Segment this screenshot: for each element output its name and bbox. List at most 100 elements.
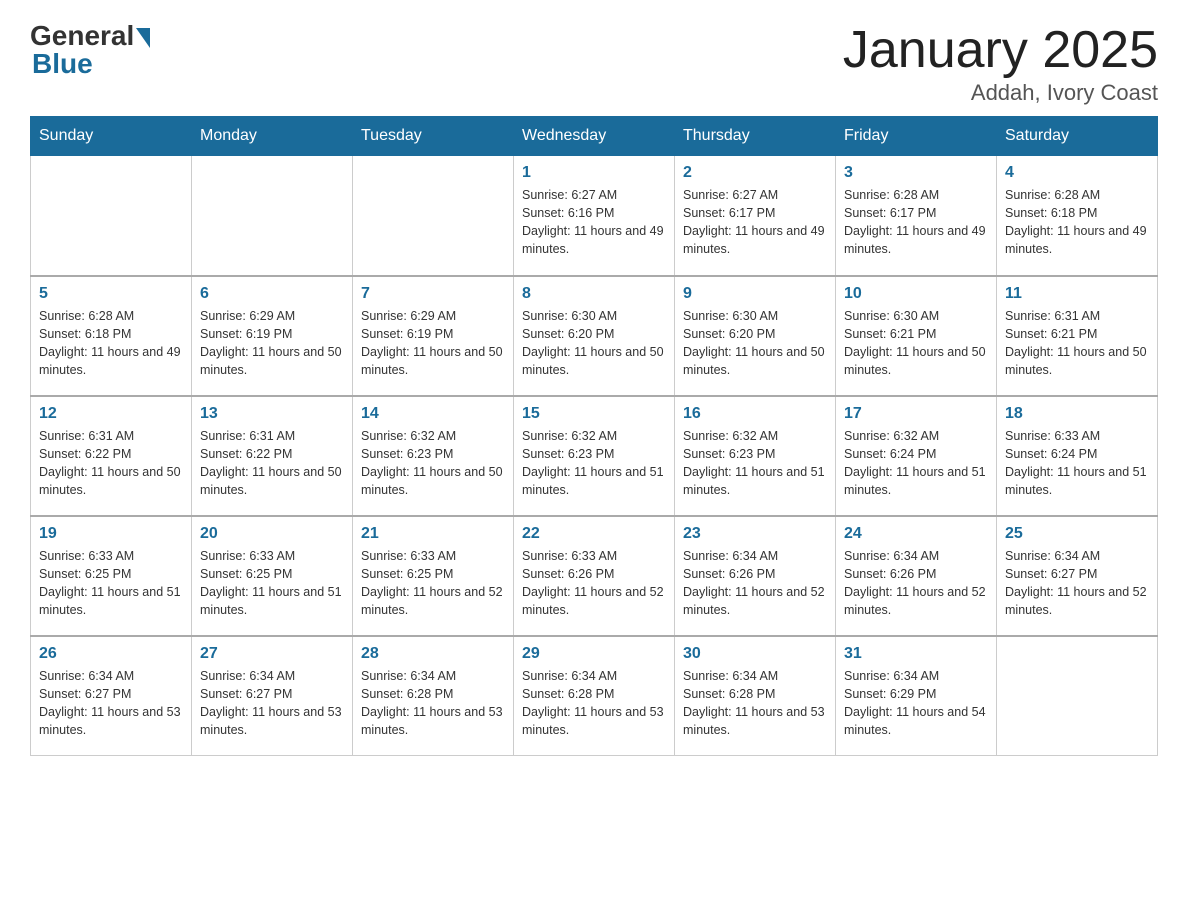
calendar-day-31: 31Sunrise: 6:34 AM Sunset: 6:29 PM Dayli… [836,636,997,756]
calendar-day-2: 2Sunrise: 6:27 AM Sunset: 6:17 PM Daylig… [675,156,836,276]
logo: General Blue [30,20,150,80]
day-info: Sunrise: 6:31 AM Sunset: 6:21 PM Dayligh… [1005,307,1149,380]
calendar-day-24: 24 Sunrise: 6:34 AM Sunset: 6:26 PM Dayli… [836,516,997,636]
day-number: 12 [39,405,183,423]
day-info: Sunrise: 6:34 AM Sunset: 6:28 PM Dayligh… [361,667,505,740]
day-header-sunday: Sunday [31,117,192,156]
day-number: 28 [361,645,505,663]
day-number: 22 [522,525,666,543]
day-number: 18 [1005,405,1149,423]
day-header-monday: Monday [192,117,353,156]
day-number: 16 [683,405,827,423]
day-number: 14 [361,405,505,423]
empty-cell [997,636,1158,756]
day-info: Sunrise: 6:34 AM Sunset: 6:26 PM Dayligh… [683,547,827,620]
day-header-saturday: Saturday [997,117,1158,156]
day-number: 4 [1005,164,1149,182]
day-number: 23 [683,525,827,543]
calendar-day-30: 30 Sunrise: 6:34 AM Sunset: 6:28 PM Dayli… [675,636,836,756]
empty-cell [31,156,192,276]
day-number: 10 [844,285,988,303]
day-info: Sunrise: 6:33 AM Sunset: 6:25 PM Dayligh… [39,547,183,620]
day-info: Sunrise: 6:34 AM Sunset: 6:29 PM Dayligh… [844,667,988,740]
day-number: 7 [361,285,505,303]
day-number: 11 [1005,285,1149,303]
calendar-day-4: 4Sunrise: 6:28 AM Sunset: 6:18 PM Daylig… [997,156,1158,276]
day-info: Sunrise: 6:33 AM Sunset: 6:24 PM Dayligh… [1005,427,1149,500]
calendar-day-6: 6Sunrise: 6:29 AM Sunset: 6:19 PM Daylig… [192,276,353,396]
title-block: January 2025 Addah, Ivory Coast [843,20,1158,106]
calendar-day-3: 3Sunrise: 6:28 AM Sunset: 6:17 PM Daylig… [836,156,997,276]
day-info: Sunrise: 6:34 AM Sunset: 6:26 PM Dayligh… [844,547,988,620]
day-number: 26 [39,645,183,663]
calendar-header-row: SundayMondayTuesdayWednesdayThursdayFrid… [31,117,1158,156]
day-info: Sunrise: 6:34 AM Sunset: 6:28 PM Dayligh… [522,667,666,740]
day-number: 29 [522,645,666,663]
logo-blue-text: Blue [32,48,93,80]
calendar-day-28: 28 Sunrise: 6:34 AM Sunset: 6:28 PM Dayli… [353,636,514,756]
day-info: Sunrise: 6:31 AM Sunset: 6:22 PM Dayligh… [200,427,344,500]
day-info: Sunrise: 6:31 AM Sunset: 6:22 PM Dayligh… [39,427,183,500]
day-info: Sunrise: 6:32 AM Sunset: 6:24 PM Dayligh… [844,427,988,500]
day-number: 5 [39,285,183,303]
day-info: Sunrise: 6:34 AM Sunset: 6:27 PM Dayligh… [39,667,183,740]
day-header-wednesday: Wednesday [514,117,675,156]
calendar-day-18: 18 Sunrise: 6:33 AM Sunset: 6:24 PM Dayli… [997,396,1158,516]
calendar-week-row: 19Sunrise: 6:33 AM Sunset: 6:25 PM Dayli… [31,516,1158,636]
day-number: 8 [522,285,666,303]
day-info: Sunrise: 6:32 AM Sunset: 6:23 PM Dayligh… [522,427,666,500]
day-info: Sunrise: 6:34 AM Sunset: 6:27 PM Dayligh… [200,667,344,740]
day-number: 17 [844,405,988,423]
calendar-title: January 2025 [843,20,1158,80]
calendar-day-10: 10Sunrise: 6:30 AM Sunset: 6:21 PM Dayli… [836,276,997,396]
page-header: General Blue January 2025 Addah, Ivory C… [30,20,1158,106]
day-info: Sunrise: 6:34 AM Sunset: 6:27 PM Dayligh… [1005,547,1149,620]
day-info: Sunrise: 6:29 AM Sunset: 6:19 PM Dayligh… [361,307,505,380]
calendar-day-17: 17 Sunrise: 6:32 AM Sunset: 6:24 PM Dayli… [836,396,997,516]
calendar-day-23: 23 Sunrise: 6:34 AM Sunset: 6:26 PM Dayli… [675,516,836,636]
day-number: 25 [1005,525,1149,543]
calendar-day-1: 1 Sunrise: 6:27 AM Sunset: 6:16 PM Daylig… [514,156,675,276]
day-number: 9 [683,285,827,303]
day-info: Sunrise: 6:32 AM Sunset: 6:23 PM Dayligh… [361,427,505,500]
day-info: Sunrise: 6:27 AM Sunset: 6:16 PM Dayligh… [522,186,666,259]
day-info: Sunrise: 6:30 AM Sunset: 6:20 PM Dayligh… [522,307,666,380]
calendar-day-14: 14 Sunrise: 6:32 AM Sunset: 6:23 PM Dayli… [353,396,514,516]
day-info: Sunrise: 6:33 AM Sunset: 6:25 PM Dayligh… [361,547,505,620]
empty-cell [192,156,353,276]
calendar-day-20: 20Sunrise: 6:33 AM Sunset: 6:25 PM Dayli… [192,516,353,636]
day-info: Sunrise: 6:28 AM Sunset: 6:18 PM Dayligh… [39,307,183,380]
calendar-day-9: 9 Sunrise: 6:30 AM Sunset: 6:20 PM Daylig… [675,276,836,396]
calendar-day-16: 16 Sunrise: 6:32 AM Sunset: 6:23 PM Dayli… [675,396,836,516]
calendar-day-15: 15 Sunrise: 6:32 AM Sunset: 6:23 PM Dayli… [514,396,675,516]
day-info: Sunrise: 6:33 AM Sunset: 6:26 PM Dayligh… [522,547,666,620]
calendar-week-row: 5 Sunrise: 6:28 AM Sunset: 6:18 PM Daylig… [31,276,1158,396]
day-header-thursday: Thursday [675,117,836,156]
calendar-day-7: 7 Sunrise: 6:29 AM Sunset: 6:19 PM Daylig… [353,276,514,396]
calendar-day-5: 5 Sunrise: 6:28 AM Sunset: 6:18 PM Daylig… [31,276,192,396]
empty-cell [353,156,514,276]
calendar-day-21: 21Sunrise: 6:33 AM Sunset: 6:25 PM Dayli… [353,516,514,636]
day-number: 27 [200,645,344,663]
calendar-table: SundayMondayTuesdayWednesdayThursdayFrid… [30,116,1158,756]
day-number: 15 [522,405,666,423]
day-info: Sunrise: 6:29 AM Sunset: 6:19 PM Dayligh… [200,307,344,380]
calendar-day-25: 25 Sunrise: 6:34 AM Sunset: 6:27 PM Dayli… [997,516,1158,636]
calendar-day-26: 26 Sunrise: 6:34 AM Sunset: 6:27 PM Dayli… [31,636,192,756]
calendar-subtitle: Addah, Ivory Coast [843,80,1158,106]
day-number: 1 [522,164,666,182]
calendar-day-8: 8 Sunrise: 6:30 AM Sunset: 6:20 PM Daylig… [514,276,675,396]
day-info: Sunrise: 6:32 AM Sunset: 6:23 PM Dayligh… [683,427,827,500]
calendar-day-12: 12 Sunrise: 6:31 AM Sunset: 6:22 PM Dayli… [31,396,192,516]
calendar-week-row: 26 Sunrise: 6:34 AM Sunset: 6:27 PM Dayli… [31,636,1158,756]
day-info: Sunrise: 6:27 AM Sunset: 6:17 PM Dayligh… [683,186,827,259]
day-number: 30 [683,645,827,663]
day-number: 13 [200,405,344,423]
day-info: Sunrise: 6:34 AM Sunset: 6:28 PM Dayligh… [683,667,827,740]
day-number: 24 [844,525,988,543]
calendar-day-27: 27 Sunrise: 6:34 AM Sunset: 6:27 PM Dayli… [192,636,353,756]
calendar-day-13: 13 Sunrise: 6:31 AM Sunset: 6:22 PM Dayli… [192,396,353,516]
logo-triangle-icon [136,28,150,48]
day-info: Sunrise: 6:30 AM Sunset: 6:20 PM Dayligh… [683,307,827,380]
calendar-week-row: 12 Sunrise: 6:31 AM Sunset: 6:22 PM Dayli… [31,396,1158,516]
